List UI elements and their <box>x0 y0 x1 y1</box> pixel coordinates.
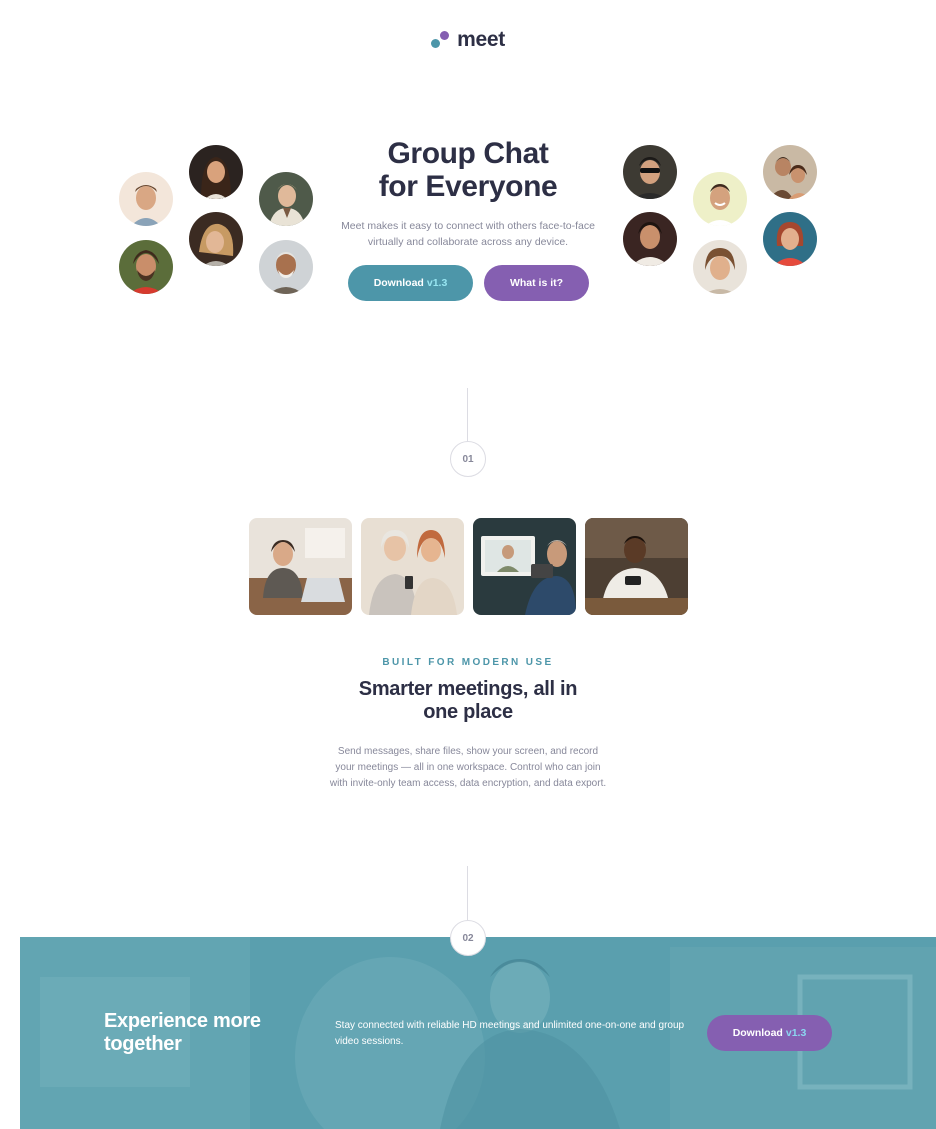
features-title: Smarter meetings, all in one place <box>318 678 618 724</box>
cta-title-line-2: together <box>104 1033 182 1055</box>
hero-title-line-1: Group Chat <box>387 137 549 170</box>
download-button-label: Download <box>373 277 424 289</box>
hero-title: Group Chat for Everyone <box>318 137 618 203</box>
avatar-left-3 <box>189 145 243 199</box>
avatar-left-1 <box>119 172 173 226</box>
what-is-it-label: What is it? <box>509 277 564 289</box>
step-badge-01: 01 <box>450 441 486 477</box>
cta-download-button[interactable]: Download v1.3 <box>707 1015 832 1051</box>
avatar-left-5 <box>259 172 313 226</box>
cta-title-line-1: Experience more <box>104 1010 261 1032</box>
hero-description: Meet makes it easy to connect with other… <box>341 220 595 248</box>
features-title-line-1: Smarter meetings, all in <box>358 678 578 700</box>
cta-download-version: v1.3 <box>785 1027 807 1039</box>
avatar-right-3 <box>693 172 747 226</box>
avatar-right-4 <box>693 240 747 294</box>
avatar-left-6 <box>259 240 313 294</box>
avatar-right-1 <box>623 145 677 199</box>
logo-text: meet <box>457 28 505 51</box>
photo-women-phone <box>361 518 464 615</box>
avatar-left-2 <box>119 240 173 294</box>
cta-download-label: Download <box>732 1027 783 1039</box>
step-badge-02: 02 <box>450 920 486 956</box>
features-title-line-2: one place <box>423 701 513 723</box>
connector-line-1 <box>467 388 468 442</box>
features-description: Send messages, share files, show your sc… <box>329 746 607 789</box>
features-eyebrow: BUILT FOR MODERN USE <box>382 657 554 668</box>
avatar-right-2 <box>623 212 677 266</box>
photo-man-video-call <box>473 518 576 615</box>
logo-mark-icon <box>431 29 451 51</box>
photo-woman-laptop <box>249 518 352 615</box>
avatar-left-4 <box>189 212 243 266</box>
what-is-it-button[interactable]: What is it? <box>484 265 589 301</box>
logo[interactable]: meet <box>0 28 936 52</box>
avatar-right-6 <box>763 212 817 266</box>
connector-line-2 <box>467 866 468 920</box>
download-button[interactable]: Download v1.3 <box>348 265 473 301</box>
cta-description: Stay connected with reliable HD meetings… <box>335 1020 685 1047</box>
avatar-right-5 <box>763 145 817 199</box>
hero-title-line-2: for Everyone <box>378 170 558 203</box>
cta-title: Experience more together <box>104 1010 304 1056</box>
photo-man-smartphone <box>585 518 688 615</box>
download-version: v1.3 <box>426 277 448 289</box>
